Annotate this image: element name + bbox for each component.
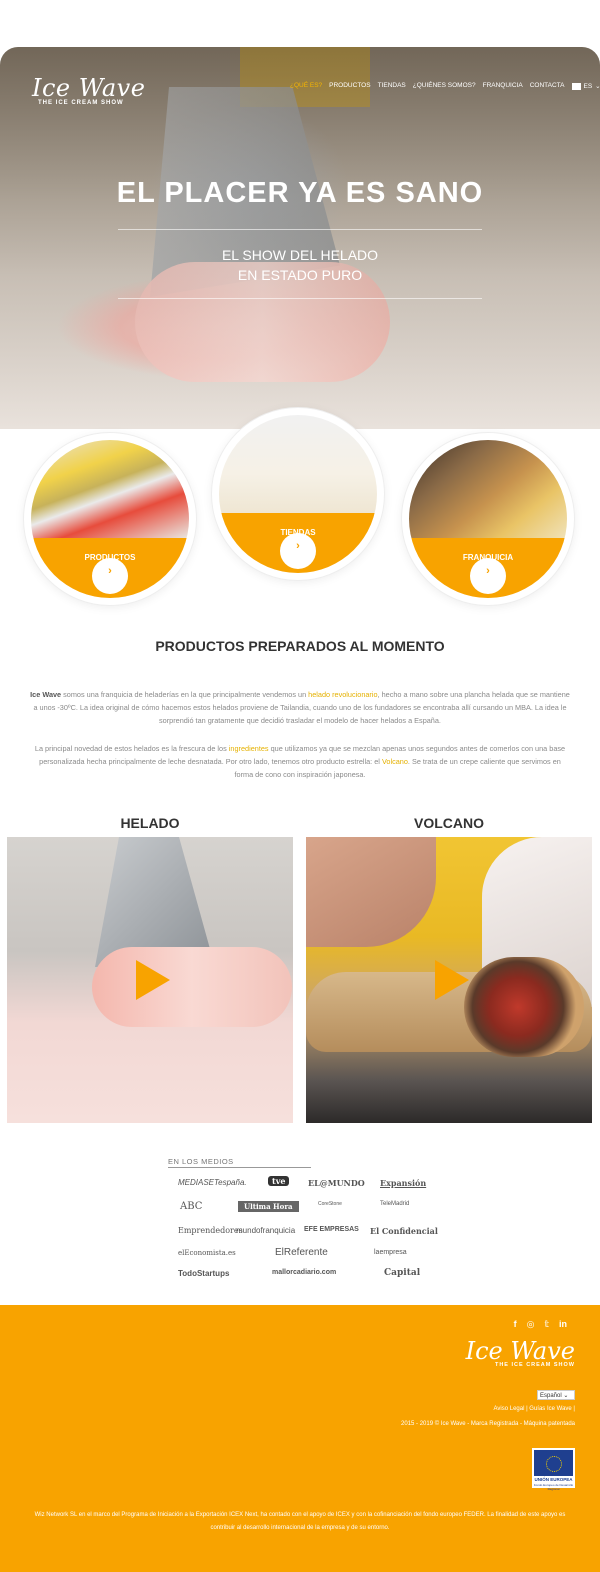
video-helado-title: HELADO	[120, 815, 180, 831]
main-nav: ¿QUÉ ES? PRODUCTOS TIENDAS ¿QUIÉNES SOMO…	[290, 82, 600, 90]
eu-flag-icon	[534, 1450, 573, 1476]
footer-logo-brand: Ice Wave	[465, 1337, 575, 1365]
helado-revolucionario-link[interactable]: helado revolucionario	[308, 690, 377, 699]
hero-subtitle-line1: EL SHOW DEL HELADO	[221, 247, 379, 263]
language-select[interactable]: Español ⌄	[537, 1390, 575, 1400]
cookies-tray-image	[409, 440, 567, 538]
hero-divider-top	[118, 229, 482, 230]
nav-productos[interactable]: PRODUCTOS	[329, 82, 370, 90]
brand-name: Ice Wave	[30, 690, 62, 699]
nav-quienes-somos[interactable]: ¿QUIÉNES SOMOS?	[413, 82, 476, 90]
site-footer: f ◎ 𝕥 in Ice Wave THE ICE CREAM SHOW Esp…	[0, 1305, 600, 1572]
section-title: PRODUCTOS PREPARADOS AL MOMENTO	[155, 638, 445, 654]
footer-links[interactable]: Aviso Legal | Guías Ice Wave |	[494, 1406, 576, 1412]
media-logo-capital: Capital	[384, 1268, 421, 1278]
media-logo-expansion: Expansión	[380, 1178, 427, 1188]
hero-banner: Ice Wave THE ICE CREAM SHOW ¿QUÉ ES? PRO…	[0, 47, 600, 429]
media-logo-emprendedores: Emprendedores	[178, 1226, 243, 1235]
media-logo-abc: ABC	[180, 1201, 203, 1212]
language-switcher[interactable]: ES ⌄	[571, 82, 600, 90]
language-code: ES	[583, 82, 593, 90]
ingredientes-link[interactable]: ingredientes	[229, 744, 269, 753]
eu-sublabel: Fondo Europeo de Desarrollo Regional	[533, 1483, 574, 1491]
video-volcano[interactable]	[306, 837, 592, 1123]
card-franquicia[interactable]: FRANQUICIA ›	[402, 433, 574, 605]
hand-image	[306, 837, 436, 947]
ice-cream-cups-image	[219, 415, 377, 513]
intro-paragraph-2: La principal novedad de estos helados es…	[30, 742, 570, 781]
chevron-right-icon[interactable]: ›	[280, 533, 316, 569]
instagram-icon[interactable]: ◎	[527, 1319, 535, 1330]
chevron-down-icon: ⌄	[595, 83, 600, 90]
facebook-icon[interactable]: f	[514, 1319, 517, 1330]
nav-que-es[interactable]: ¿QUÉ ES?	[290, 82, 322, 90]
language-select-value: Español	[540, 1393, 562, 1399]
media-logo-elconfidencial: El Confidencial	[370, 1226, 438, 1236]
video-helado[interactable]	[7, 837, 293, 1123]
media-logo-ultimahora: Ultima Hora	[238, 1201, 299, 1212]
media-logo-mallorcadiario: mallorcadiario.com	[272, 1269, 337, 1276]
media-logo-mundofranquicia: mundofranquicia	[236, 1226, 296, 1235]
twitter-icon[interactable]: 𝕥	[544, 1319, 549, 1330]
card-tiendas[interactable]: TIENDAS ›	[212, 408, 384, 580]
logo-brand: Ice Wave	[32, 74, 146, 102]
hero-subtitle: EL SHOW DEL HELADO EN ESTADO PURO	[0, 245, 600, 285]
eu-label: UNIÓN EUROPEA	[534, 1477, 573, 1482]
card-productos[interactable]: PRODUCTOS ›	[24, 433, 196, 605]
media-title-underline	[168, 1167, 311, 1168]
intro-paragraph-1: Ice Wave somos una franquicia de helader…	[30, 688, 570, 727]
video-volcano-title: VOLCANO	[414, 815, 484, 831]
footer-funding-note: Wiz Network SL en el marco del Programa …	[34, 1512, 566, 1531]
media-logo-elreferente: ElReferente	[275, 1247, 328, 1258]
media-logo-laempresa: laempresa	[374, 1249, 407, 1256]
page: { "header": { "logo_brand": "Ice Wave", …	[0, 0, 600, 1572]
fruit-tray-image	[31, 440, 189, 538]
hero-title: EL PLACER YA ES SANO	[116, 177, 484, 209]
media-logo-corestone: CoreStone	[318, 1201, 342, 1207]
nav-contacta[interactable]: CONTACTA	[530, 82, 565, 90]
media-logo-telemadrid: TeleMadrid	[380, 1201, 410, 1207]
footer-logo[interactable]: Ice Wave THE ICE CREAM SHOW	[466, 1337, 575, 1368]
social-links: f ◎ 𝕥 in	[514, 1319, 567, 1330]
volcano-link[interactable]: Volcano	[382, 757, 408, 766]
media-title: EN LOS MEDIOS	[168, 1157, 234, 1166]
media-logo-mediaset: MEDIASETespaña.	[178, 1178, 247, 1187]
linkedin-icon[interactable]: in	[559, 1319, 567, 1330]
p2-text-a: La principal novedad de estos helados es…	[34, 744, 229, 753]
hero-divider-bottom	[118, 298, 482, 299]
p1-text-a: somos una franquicia de heladerías en la…	[61, 690, 309, 699]
chevron-right-icon[interactable]: ›	[92, 558, 128, 594]
play-icon[interactable]	[136, 960, 170, 1000]
media-logo-tve: tve	[268, 1176, 290, 1186]
nav-franquicia[interactable]: FRANQUICIA	[483, 82, 523, 90]
hero-subtitle-line2: EN ESTADO PURO	[237, 267, 363, 283]
flag-icon	[571, 82, 581, 90]
media-logo-elmundo: EL@MUNDO	[308, 1178, 365, 1188]
chevron-right-icon[interactable]: ›	[470, 558, 506, 594]
eu-funding-badge: UNIÓN EUROPEA Fondo Europeo de Desarroll…	[532, 1448, 575, 1491]
footer-copyright: 2015 - 2019 © Ice Wave - Marca Registrad…	[401, 1421, 575, 1427]
play-icon[interactable]	[435, 960, 469, 1000]
media-logo-efe: EFE EMPRESAS	[304, 1226, 359, 1233]
nav-tiendas[interactable]: TIENDAS	[378, 82, 406, 90]
media-logo-todostartups: TodoStartups	[178, 1269, 230, 1278]
ice-cream-roll-image	[92, 947, 292, 1027]
media-logo-eleconomista: elEconomista.es	[178, 1249, 236, 1257]
site-logo[interactable]: Ice Wave THE ICE CREAM SHOW	[32, 74, 145, 106]
crepe-filling-image	[464, 957, 584, 1057]
